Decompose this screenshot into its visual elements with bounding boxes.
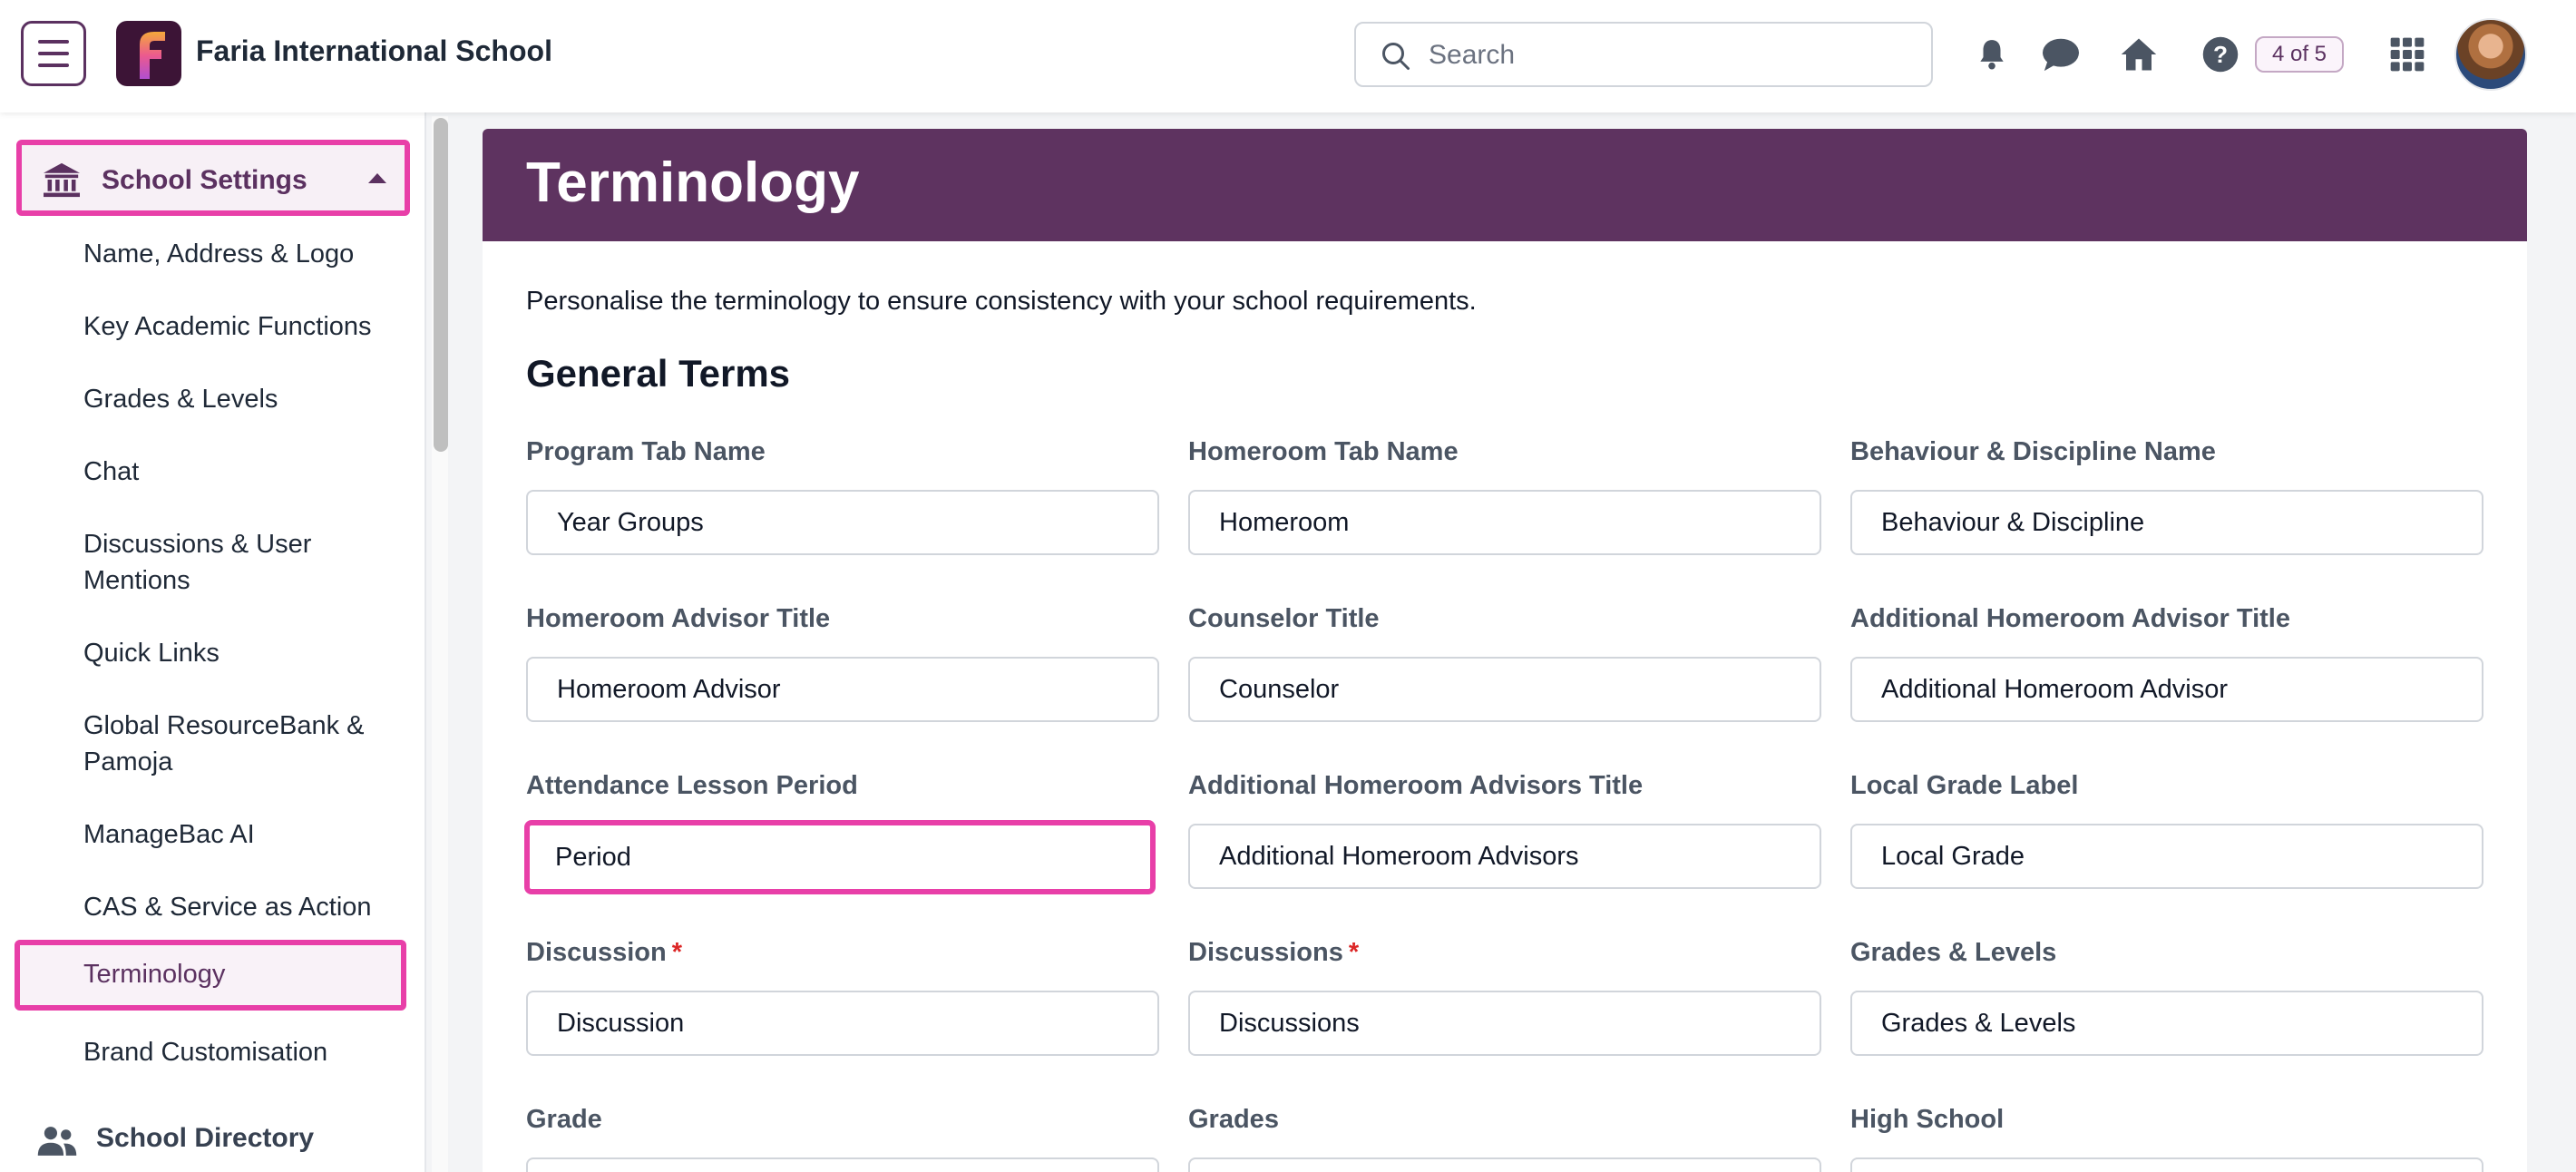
sidebar-item-cas-service[interactable]: CAS & Service as Action bbox=[83, 889, 372, 925]
attendance-lesson-period-input[interactable] bbox=[524, 820, 1156, 894]
help-icon[interactable]: ? bbox=[2200, 34, 2240, 74]
field-label: Homeroom Advisor Title bbox=[526, 604, 831, 633]
homeroom-tab-name-input[interactable] bbox=[1188, 490, 1821, 555]
intro-text: Personalise the terminology to ensure co… bbox=[526, 287, 1477, 316]
home-icon[interactable] bbox=[2119, 34, 2159, 74]
sidebar-item-quick-links[interactable]: Quick Links bbox=[83, 635, 220, 671]
sidebar-item-discussions[interactable]: Discussions & User Mentions bbox=[83, 526, 392, 599]
search-box[interactable] bbox=[1354, 22, 1933, 87]
grades-input[interactable] bbox=[1188, 1157, 1821, 1172]
discussion-input[interactable] bbox=[526, 991, 1159, 1056]
sidebar-section-school-settings[interactable]: School Settings bbox=[16, 140, 410, 216]
program-tab-name-input[interactable] bbox=[526, 490, 1159, 555]
field-label-text: Discussions bbox=[1188, 938, 1343, 967]
field-label-discussion: Discussion * bbox=[526, 938, 682, 968]
app-logo[interactable] bbox=[116, 21, 181, 86]
additional-homeroom-advisor-title-input[interactable] bbox=[1850, 657, 2483, 722]
sidebar-item-label: Terminology bbox=[83, 960, 226, 989]
bank-icon bbox=[44, 162, 80, 198]
required-mark: * bbox=[1348, 938, 1360, 967]
counselor-title-input[interactable] bbox=[1188, 657, 1821, 722]
field-label: Grades & Levels bbox=[1850, 938, 2057, 967]
chat-icon[interactable] bbox=[2041, 34, 2081, 74]
section-title: General Terms bbox=[526, 352, 791, 395]
school-name[interactable]: Faria International School bbox=[196, 34, 552, 68]
sidebar-section-label: School Settings bbox=[102, 165, 307, 195]
sidebar-item-key-academic-functions[interactable]: Key Academic Functions bbox=[83, 308, 372, 345]
field-label: Grades bbox=[1188, 1105, 1279, 1134]
menu-icon-bar bbox=[38, 52, 69, 55]
field-label: Counselor Title bbox=[1188, 604, 1380, 633]
discussions-input[interactable] bbox=[1188, 991, 1821, 1056]
sidebar-item-terminology[interactable]: Terminology bbox=[15, 940, 406, 1011]
field-label: High School bbox=[1850, 1105, 2005, 1134]
field-label: Program Tab Name bbox=[526, 437, 766, 466]
page-title: Terminology bbox=[526, 151, 860, 214]
field-label: Attendance Lesson Period bbox=[526, 771, 858, 800]
top-bar: Faria International School ? 4 of 5 bbox=[0, 0, 2576, 112]
people-icon bbox=[37, 1127, 77, 1156]
homeroom-advisor-title-input[interactable] bbox=[526, 657, 1159, 722]
high-school-input[interactable] bbox=[1850, 1157, 2483, 1172]
sidebar-item-chat[interactable]: Chat bbox=[83, 454, 139, 490]
sidebar-scrollbar-thumb[interactable] bbox=[434, 118, 448, 452]
sidebar-item-name-address-logo[interactable]: Name, Address & Logo bbox=[83, 236, 354, 272]
field-label: Homeroom Tab Name bbox=[1188, 437, 1459, 466]
search-input[interactable] bbox=[1429, 36, 1900, 74]
sidebar-item-managebac-ai[interactable]: ManageBac AI bbox=[83, 816, 255, 853]
progress-badge[interactable]: 4 of 5 bbox=[2255, 36, 2344, 73]
field-label-discussions: Discussions * bbox=[1188, 938, 1359, 968]
sidebar-item-global-resourcebank[interactable]: Global ResourceBank & Pamoja bbox=[83, 708, 392, 780]
menu-button[interactable] bbox=[21, 21, 86, 86]
required-mark: * bbox=[671, 938, 683, 967]
caret-up-icon bbox=[368, 173, 386, 183]
field-label: Additional Homeroom Advisor Title bbox=[1850, 604, 2290, 633]
sidebar-section-label: School Directory bbox=[96, 1123, 315, 1153]
search-icon bbox=[1382, 43, 1410, 70]
field-label: Additional Homeroom Advisors Title bbox=[1188, 771, 1644, 800]
menu-icon-bar bbox=[38, 63, 69, 67]
behaviour-discipline-name-input[interactable] bbox=[1850, 490, 2483, 555]
svg-text:?: ? bbox=[2213, 41, 2228, 68]
menu-icon-bar bbox=[38, 40, 69, 44]
apps-grid-icon[interactable] bbox=[2387, 34, 2427, 74]
additional-homeroom-advisors-title-input[interactable] bbox=[1188, 824, 1821, 889]
field-label: Grade bbox=[526, 1105, 602, 1134]
sidebar-item-brand-customisation[interactable]: Brand Customisation bbox=[83, 1034, 327, 1070]
local-grade-label-input[interactable] bbox=[1850, 824, 2483, 889]
avatar[interactable] bbox=[2454, 18, 2527, 91]
grade-input[interactable] bbox=[526, 1157, 1159, 1172]
terminology-card: Terminology Personalise the terminology … bbox=[483, 129, 2527, 1172]
field-label: Local Grade Label bbox=[1850, 771, 2079, 800]
sidebar-item-grades-levels[interactable]: Grades & Levels bbox=[83, 381, 278, 417]
field-label-text: Discussion bbox=[526, 938, 667, 967]
grades-levels-input[interactable] bbox=[1850, 991, 2483, 1056]
bell-icon[interactable] bbox=[1972, 34, 2012, 74]
card-header: Terminology bbox=[483, 129, 2527, 241]
field-label: Behaviour & Discipline Name bbox=[1850, 437, 2216, 466]
